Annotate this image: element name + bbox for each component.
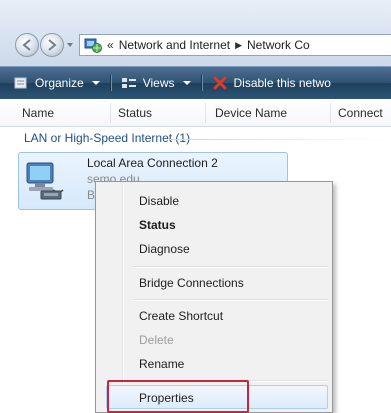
connection-name: Local Area Connection 2 [87, 156, 218, 170]
organize-button[interactable]: Organize [13, 76, 100, 90]
menu-item-disable[interactable]: Disable [139, 194, 179, 208]
organize-label: Organize [35, 76, 84, 90]
menu-item-rename[interactable]: Rename [139, 357, 184, 371]
context-menu: Disable Status Diagnose Bridge Connectio… [95, 181, 333, 413]
views-icon [121, 78, 136, 88]
menu-item-create-shortcut[interactable]: Create Shortcut [139, 309, 223, 323]
menu-item-bridge-connections[interactable]: Bridge Connections [139, 276, 244, 290]
disable-x-icon [213, 76, 226, 90]
breadcrumb-network-connections[interactable]: Network Co [247, 38, 310, 52]
title-bar: « Network and Internet ▶ Network Co [0, 0, 391, 66]
network-folder-icon [84, 37, 102, 53]
menu-item-diagnose[interactable]: Diagnose [139, 242, 190, 256]
disable-network-label: Disable this netwo [233, 76, 331, 90]
toolbar-divider [109, 75, 111, 91]
group-divider [170, 139, 391, 140]
column-header-connectivity[interactable]: Connect [338, 106, 383, 120]
views-button[interactable]: Views [121, 76, 191, 90]
back-arrow-icon [22, 39, 32, 51]
toolbar-divider [200, 75, 202, 91]
group-header[interactable]: LAN or High-Speed Internet (1) [24, 131, 190, 145]
column-header-row: Name Status Device Name Connect [0, 99, 391, 127]
command-bar: Organize Views Disable this netwo [0, 66, 391, 99]
column-divider[interactable] [205, 103, 206, 123]
address-overflow-chevron[interactable]: « [107, 38, 114, 52]
connection-device-truncated: B [87, 188, 96, 202]
organize-icon [14, 77, 27, 89]
disable-network-button[interactable]: Disable this netwo [212, 76, 331, 90]
organize-dropdown-icon [91, 81, 100, 85]
views-dropdown-icon [182, 81, 191, 85]
breadcrumb-separator-icon[interactable]: ▶ [235, 40, 242, 51]
forward-button[interactable] [40, 33, 64, 57]
column-header-status[interactable]: Status [118, 106, 152, 120]
menu-item-delete[interactable]: Delete [139, 333, 174, 347]
address-bar[interactable]: « Network and Internet ▶ Network Co [79, 34, 391, 56]
menu-separator [132, 266, 328, 267]
network-adapter-icon [26, 162, 64, 200]
properties-callout-box [107, 380, 249, 413]
menu-separator [132, 299, 328, 300]
views-label: Views [142, 76, 175, 90]
column-divider[interactable] [330, 103, 331, 123]
forward-arrow-icon [47, 39, 57, 51]
back-button[interactable] [15, 33, 39, 57]
recent-pages-dropdown[interactable] [67, 43, 73, 47]
column-header-device-name[interactable]: Device Name [215, 106, 287, 120]
menu-item-status[interactable]: Status [139, 218, 176, 232]
menu-icon-gutter [122, 184, 123, 410]
breadcrumb-network-and-internet[interactable]: Network and Internet [119, 38, 230, 52]
column-divider[interactable] [110, 103, 111, 123]
column-header-name[interactable]: Name [22, 106, 54, 120]
